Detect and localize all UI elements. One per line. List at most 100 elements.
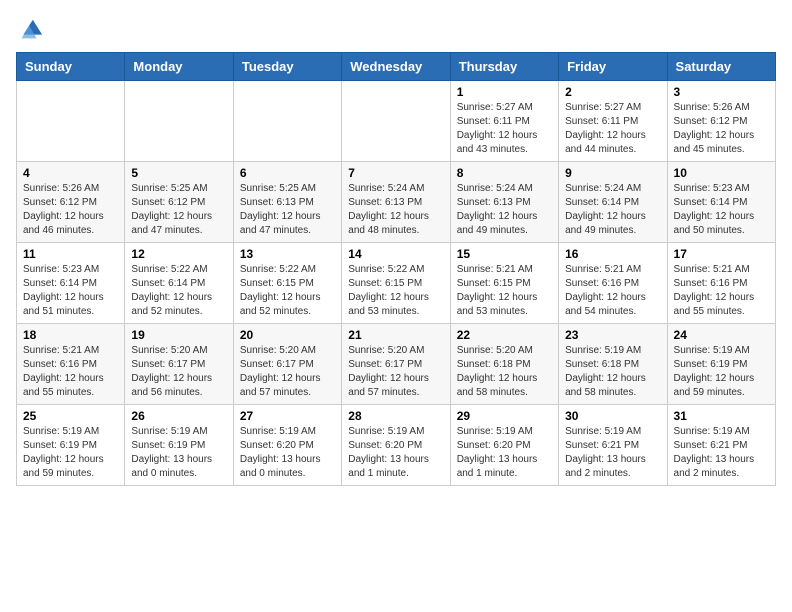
day-info: Sunrise: 5:19 AMSunset: 6:20 PMDaylight:… (457, 425, 552, 481)
calendar-cell: 20 Sunrise: 5:20 AMSunset: 6:17 PMDayligh… (233, 324, 341, 405)
calendar-cell: 23 Sunrise: 5:19 AMSunset: 6:18 PMDayligh… (559, 324, 667, 405)
calendar-cell (233, 81, 341, 162)
day-info: Sunrise: 5:21 AMSunset: 6:15 PMDaylight:… (457, 263, 552, 319)
day-number: 1 (457, 85, 552, 99)
day-number: 24 (674, 328, 769, 342)
calendar-cell: 21 Sunrise: 5:20 AMSunset: 6:17 PMDayligh… (342, 324, 450, 405)
day-info: Sunrise: 5:22 AMSunset: 6:15 PMDaylight:… (348, 263, 443, 319)
calendar-cell: 11Sunrise: 5:23 AMSunset: 6:14 PMDayligh… (17, 243, 125, 324)
calendar-cell: 8Sunrise: 5:24 AMSunset: 6:13 PMDaylight… (450, 162, 558, 243)
day-info: Sunrise: 5:19 AMSunset: 6:21 PMDaylight:… (674, 425, 769, 481)
logo (16, 16, 48, 44)
day-number: 3 (674, 85, 769, 99)
day-info: Sunrise: 5:23 AMSunset: 6:14 PMDaylight:… (674, 182, 769, 238)
day-info: Sunrise: 5:22 AMSunset: 6:14 PMDaylight:… (131, 263, 226, 319)
calendar-cell: 29 Sunrise: 5:19 AMSunset: 6:20 PMDayligh… (450, 405, 558, 486)
day-info: Sunrise: 5:21 AMSunset: 6:16 PMDaylight:… (565, 263, 660, 319)
weekday-header: Tuesday (233, 53, 341, 81)
calendar-cell: 2 Sunrise: 5:27 AMSunset: 6:11 PMDaylight… (559, 81, 667, 162)
day-info: Sunrise: 5:24 AMSunset: 6:14 PMDaylight:… (565, 182, 660, 238)
calendar-cell: 12 Sunrise: 5:22 AMSunset: 6:14 PMDayligh… (125, 243, 233, 324)
day-number: 5 (131, 166, 226, 180)
weekday-header: Sunday (17, 53, 125, 81)
day-number: 12 (131, 247, 226, 261)
calendar-cell (125, 81, 233, 162)
calendar-cell: 7 Sunrise: 5:24 AMSunset: 6:13 PMDaylight… (342, 162, 450, 243)
day-info: Sunrise: 5:19 AMSunset: 6:20 PMDaylight:… (240, 425, 335, 481)
day-number: 23 (565, 328, 660, 342)
calendar-cell: 15Sunrise: 5:21 AMSunset: 6:15 PMDayligh… (450, 243, 558, 324)
day-number: 8 (457, 166, 552, 180)
calendar-cell (17, 81, 125, 162)
day-info: Sunrise: 5:27 AMSunset: 6:11 PMDaylight:… (457, 101, 552, 157)
day-number: 13 (240, 247, 335, 261)
day-info: Sunrise: 5:26 AMSunset: 6:12 PMDaylight:… (674, 101, 769, 157)
day-number: 21 (348, 328, 443, 342)
calendar-cell: 3 Sunrise: 5:26 AMSunset: 6:12 PMDaylight… (667, 81, 775, 162)
day-number: 10 (674, 166, 769, 180)
day-info: Sunrise: 5:20 AMSunset: 6:17 PMDaylight:… (348, 344, 443, 400)
day-number: 4 (23, 166, 118, 180)
day-info: Sunrise: 5:19 AMSunset: 6:18 PMDaylight:… (565, 344, 660, 400)
day-number: 22 (457, 328, 552, 342)
day-number: 18 (23, 328, 118, 342)
calendar-cell: 13 Sunrise: 5:22 AMSunset: 6:15 PMDayligh… (233, 243, 341, 324)
day-info: Sunrise: 5:27 AMSunset: 6:11 PMDaylight:… (565, 101, 660, 157)
day-number: 27 (240, 409, 335, 423)
day-number: 30 (565, 409, 660, 423)
calendar-cell: 27 Sunrise: 5:19 AMSunset: 6:20 PMDayligh… (233, 405, 341, 486)
calendar-cell: 25 Sunrise: 5:19 AMSunset: 6:19 PMDayligh… (17, 405, 125, 486)
day-info: Sunrise: 5:23 AMSunset: 6:14 PMDaylight:… (23, 263, 118, 319)
day-info: Sunrise: 5:26 AMSunset: 6:12 PMDaylight:… (23, 182, 118, 238)
day-number: 7 (348, 166, 443, 180)
day-number: 28 (348, 409, 443, 423)
calendar-cell: 16 Sunrise: 5:21 AMSunset: 6:16 PMDayligh… (559, 243, 667, 324)
day-info: Sunrise: 5:25 AMSunset: 6:13 PMDaylight:… (240, 182, 335, 238)
day-number: 6 (240, 166, 335, 180)
weekday-header: Saturday (667, 53, 775, 81)
day-number: 16 (565, 247, 660, 261)
day-info: Sunrise: 5:22 AMSunset: 6:15 PMDaylight:… (240, 263, 335, 319)
weekday-header: Friday (559, 53, 667, 81)
day-info: Sunrise: 5:25 AMSunset: 6:12 PMDaylight:… (131, 182, 226, 238)
day-number: 9 (565, 166, 660, 180)
day-number: 26 (131, 409, 226, 423)
day-number: 29 (457, 409, 552, 423)
calendar-cell: 14 Sunrise: 5:22 AMSunset: 6:15 PMDayligh… (342, 243, 450, 324)
calendar-cell: 31 Sunrise: 5:19 AMSunset: 6:21 PMDayligh… (667, 405, 775, 486)
calendar-cell: 19 Sunrise: 5:20 AMSunset: 6:17 PMDayligh… (125, 324, 233, 405)
day-number: 14 (348, 247, 443, 261)
calendar-cell: 26 Sunrise: 5:19 AMSunset: 6:19 PMDayligh… (125, 405, 233, 486)
calendar-cell: 1 Sunrise: 5:27 AMSunset: 6:11 PMDaylight… (450, 81, 558, 162)
day-info: Sunrise: 5:19 AMSunset: 6:20 PMDaylight:… (348, 425, 443, 481)
day-info: Sunrise: 5:20 AMSunset: 6:17 PMDaylight:… (240, 344, 335, 400)
day-number: 2 (565, 85, 660, 99)
calendar-cell: 17 Sunrise: 5:21 AMSunset: 6:16 PMDayligh… (667, 243, 775, 324)
day-number: 31 (674, 409, 769, 423)
calendar-cell: 24Sunrise: 5:19 AMSunset: 6:19 PMDayligh… (667, 324, 775, 405)
day-info: Sunrise: 5:21 AMSunset: 6:16 PMDaylight:… (674, 263, 769, 319)
day-info: Sunrise: 5:24 AMSunset: 6:13 PMDaylight:… (348, 182, 443, 238)
weekday-header: Thursday (450, 53, 558, 81)
calendar-table: SundayMondayTuesdayWednesdayThursdayFrid… (16, 52, 776, 486)
calendar-cell: 28 Sunrise: 5:19 AMSunset: 6:20 PMDayligh… (342, 405, 450, 486)
weekday-header: Wednesday (342, 53, 450, 81)
calendar-cell: 5 Sunrise: 5:25 AMSunset: 6:12 PMDaylight… (125, 162, 233, 243)
calendar-cell: 9 Sunrise: 5:24 AMSunset: 6:14 PMDaylight… (559, 162, 667, 243)
day-info: Sunrise: 5:20 AMSunset: 6:18 PMDaylight:… (457, 344, 552, 400)
day-info: Sunrise: 5:19 AMSunset: 6:19 PMDaylight:… (131, 425, 226, 481)
day-number: 25 (23, 409, 118, 423)
calendar-cell: 30 Sunrise: 5:19 AMSunset: 6:21 PMDayligh… (559, 405, 667, 486)
day-info: Sunrise: 5:20 AMSunset: 6:17 PMDaylight:… (131, 344, 226, 400)
day-number: 20 (240, 328, 335, 342)
day-info: Sunrise: 5:19 AMSunset: 6:19 PMDaylight:… (23, 425, 118, 481)
calendar-cell: 22 Sunrise: 5:20 AMSunset: 6:18 PMDayligh… (450, 324, 558, 405)
day-info: Sunrise: 5:19 AMSunset: 6:21 PMDaylight:… (565, 425, 660, 481)
calendar-cell: 18Sunrise: 5:21 AMSunset: 6:16 PMDayligh… (17, 324, 125, 405)
calendar-cell: 10 Sunrise: 5:23 AMSunset: 6:14 PMDayligh… (667, 162, 775, 243)
header (16, 16, 776, 44)
day-number: 17 (674, 247, 769, 261)
weekday-header: Monday (125, 53, 233, 81)
calendar-cell: 4 Sunrise: 5:26 AMSunset: 6:12 PMDaylight… (17, 162, 125, 243)
day-number: 19 (131, 328, 226, 342)
